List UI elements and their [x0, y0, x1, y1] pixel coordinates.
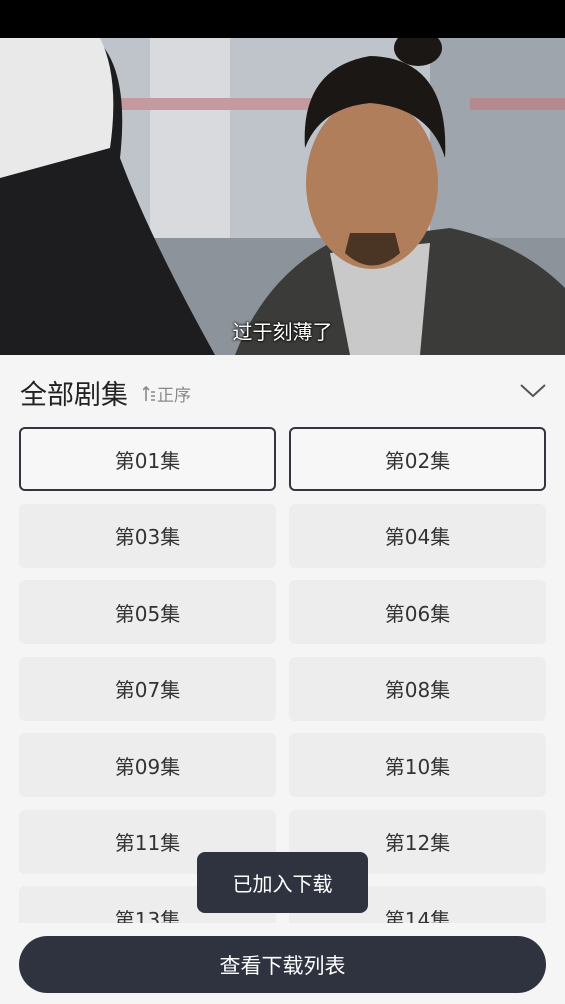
- chevron-down-icon: [520, 384, 546, 398]
- episode-item[interactable]: 第10集: [289, 733, 546, 797]
- episode-item[interactable]: 第03集: [19, 503, 276, 568]
- view-download-list-button[interactable]: 查看下载列表: [19, 936, 546, 993]
- episode-item[interactable]: 第02集: [289, 427, 546, 491]
- episode-item[interactable]: 第07集: [19, 656, 276, 721]
- episodes-grid: 第01集 第02集 第03集 第04集 第05集 第06集 第07集 第08集 第09集 第10集…: [0, 427, 565, 923]
- sort-order-icon: [142, 385, 155, 403]
- video-player[interactable]: 过于刻薄了: [0, 38, 565, 355]
- episode-item[interactable]: 第06集: [289, 580, 546, 644]
- video-subtitle: 过于刻薄了: [232, 320, 333, 344]
- toast-message: 已加入下载: [197, 852, 368, 913]
- collapse-panel-button[interactable]: [518, 379, 548, 401]
- video-frame: [0, 38, 565, 355]
- episode-item[interactable]: 第08集: [289, 656, 546, 721]
- episode-item[interactable]: 第09集: [19, 733, 276, 797]
- sort-order-toggle[interactable]: 正序: [142, 381, 191, 406]
- panel-title: 全部剧集: [20, 380, 128, 411]
- episode-item[interactable]: 第01集: [19, 427, 276, 491]
- episode-item[interactable]: 第04集: [289, 503, 546, 568]
- status-bar: [0, 0, 565, 38]
- sort-order-label: 正序: [157, 386, 191, 406]
- episode-item[interactable]: 第05集: [19, 580, 276, 644]
